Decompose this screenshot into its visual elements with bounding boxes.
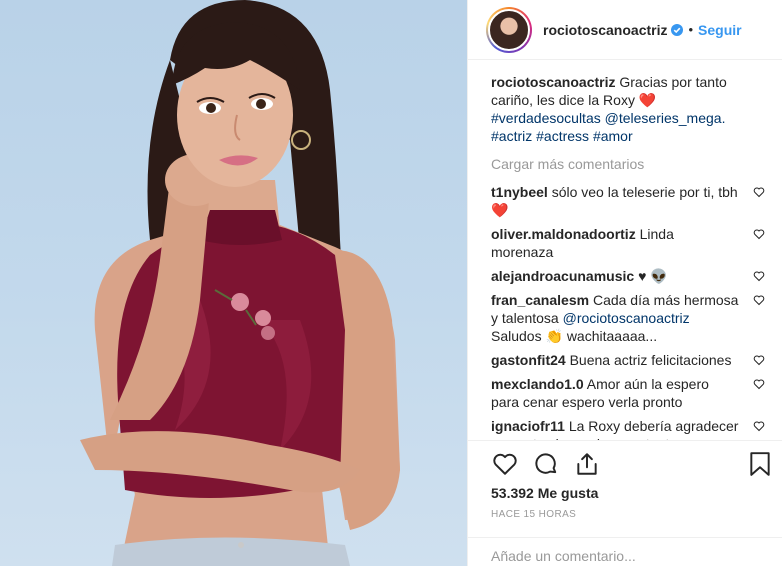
comment-like-icon[interactable]	[753, 294, 765, 306]
hashtag-link[interactable]: #actriz	[491, 128, 532, 144]
comment-like-icon[interactable]	[753, 270, 765, 282]
mention-link[interactable]: @rociotoscanoactriz	[563, 310, 690, 326]
hashtag-link[interactable]: #actress	[536, 128, 589, 144]
post-photo[interactable]	[0, 0, 467, 566]
comment-like-icon[interactable]	[753, 378, 765, 390]
post-timestamp: HACE 15 HORAS	[491, 509, 577, 520]
comment-text: wachitaaaaa...	[566, 328, 658, 344]
comment-text: Buena actriz felicitaciones	[569, 352, 732, 368]
comment-like-icon[interactable]	[753, 186, 765, 198]
mention-link[interactable]: @teleseries_mega.	[605, 110, 726, 126]
likes-count[interactable]: 53.392 Me gusta	[491, 485, 598, 501]
add-comment-bar	[468, 537, 782, 566]
comment-input[interactable]	[491, 548, 761, 564]
header-username[interactable]: rociotoscanoactriz	[543, 22, 667, 38]
bookmark-icon[interactable]	[749, 451, 771, 477]
separator-dot: •	[688, 22, 694, 37]
comment-username[interactable]: fran_canalesm	[491, 292, 589, 308]
comment-item: fran_canalesm Cada día más hermosa y tal…	[491, 291, 765, 345]
comment-item: alejandroacunamusic ♥ 👽	[491, 267, 765, 285]
verified-icon	[671, 23, 684, 36]
comment-emoji: ❤️	[491, 202, 509, 218]
comment-username[interactable]: ignaciofr11	[491, 418, 565, 434]
comment-item: gastonfit24 Buena actriz felicitaciones	[491, 351, 765, 369]
avatar[interactable]	[486, 6, 532, 53]
comment-item: mexclando1.0 Amor aún la espero para cen…	[491, 375, 765, 411]
comment-username[interactable]: t1nybeel	[491, 184, 548, 200]
comment-item: t1nybeel sólo veo la teleserie por ti, t…	[491, 183, 765, 219]
comment-like-icon[interactable]	[753, 420, 765, 432]
comment-text: ♥	[638, 268, 647, 284]
comment-username[interactable]: alejandroacunamusic	[491, 268, 634, 284]
heart-icon[interactable]	[492, 451, 518, 477]
comment-text: sólo veo la teleserie por ti, tbh	[551, 184, 738, 200]
comment-text: Saludos	[491, 328, 542, 344]
comment-emoji: 👽	[650, 268, 668, 284]
comment-username[interactable]: mexclando1.0	[491, 376, 584, 392]
comment-like-icon[interactable]	[753, 354, 765, 366]
hashtag-link[interactable]: #verdadesocultas	[491, 110, 601, 126]
comment-like-icon[interactable]	[753, 228, 765, 240]
comment-icon[interactable]	[533, 451, 559, 477]
action-icons	[492, 451, 600, 477]
comment-item: oliver.maldonadoortiz Linda morenaza	[491, 225, 765, 261]
caption: rociotoscanoactriz Gracias por tanto car…	[491, 73, 765, 145]
portrait-illustration	[80, 0, 400, 566]
comment-emoji: 👏	[545, 328, 563, 344]
share-icon[interactable]	[574, 451, 600, 477]
load-more-comments-button[interactable]: Cargar más comentarios	[491, 155, 765, 173]
post-actions: 53.392 Me gusta HACE 15 HORAS	[468, 440, 782, 566]
follow-button[interactable]: Seguir	[698, 22, 742, 38]
post-side-panel: rociotoscanoactriz • Seguir rociotoscano…	[467, 0, 782, 566]
instagram-post: rociotoscanoactriz • Seguir rociotoscano…	[0, 0, 782, 566]
comment-username[interactable]: oliver.maldonadoortiz	[491, 226, 636, 242]
hashtag-link[interactable]: #amor	[593, 128, 633, 144]
comment-username[interactable]: gastonfit24	[491, 352, 566, 368]
caption-heart-emoji: ❤️	[638, 92, 657, 108]
comment-item: ignaciofr11 La Roxy debería agradecer qu…	[491, 417, 765, 440]
caption-username[interactable]: rociotoscanoactriz	[491, 74, 615, 90]
comments-list[interactable]: rociotoscanoactriz Gracias por tanto car…	[468, 61, 782, 440]
post-header: rociotoscanoactriz • Seguir	[468, 0, 782, 60]
